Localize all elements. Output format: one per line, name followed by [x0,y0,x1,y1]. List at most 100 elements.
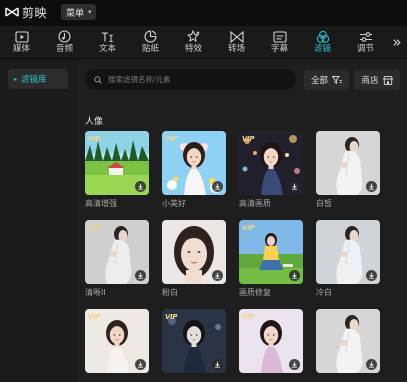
filter-name: 白皙 [316,199,332,208]
vip-badge: VIP [88,313,101,321]
sticker-icon [144,30,158,43]
vip-badge: VIP [165,313,178,321]
filter-card[interactable]: VIP 高清增强 [85,131,149,209]
vip-badge: VIP [242,224,255,232]
tab-label: 字幕 [270,44,288,54]
tab-filters[interactable]: 滤镜 [301,26,344,58]
download-icon[interactable] [212,181,223,192]
search-box[interactable] [85,69,296,90]
tab-text[interactable]: 文本 [86,26,129,58]
filter-name: 高清增强 [85,199,117,208]
filter-thumbnail[interactable]: VIP [85,220,149,284]
filter-thumbnail[interactable] [316,131,380,195]
filter-panel: ▸ 滤镜库 全部 商店 人像 [0,59,407,382]
filter-name: 小美好 [162,199,186,208]
tab-effects[interactable]: 特效 [172,26,215,58]
filters-icon [316,30,330,43]
search-input[interactable] [108,75,278,84]
adjust-icon [359,30,373,43]
media-icon [14,30,29,43]
filter-card[interactable]: VIP 画质修复 [239,220,303,298]
vip-badge: VIP [165,135,178,143]
active-dot-icon: ▸ [14,75,18,83]
filter-thumbnail[interactable] [316,220,380,284]
download-icon[interactable] [135,359,146,370]
filter-thumbnail[interactable] [316,309,380,373]
all-label: 全部 [310,76,328,86]
transition-icon [229,30,244,43]
text-icon [101,30,115,43]
filter-name: 画质修复 [239,288,271,297]
more-tools-icon[interactable]: » [387,26,407,58]
tab-label: 调节 [356,44,374,54]
tab-label: 贴纸 [141,44,159,54]
capcut-logo-icon [5,6,19,18]
title-bar: 剪映 菜单 ▾ [0,0,407,24]
filter-card[interactable]: VIP [85,309,149,377]
download-icon[interactable] [212,359,223,370]
chevron-down-icon: ▾ [88,8,92,16]
tab-label: 滤镜 [313,44,331,54]
filter-thumbnail[interactable]: VIP [162,309,226,373]
app-name: 剪映 [22,5,48,20]
filter-card[interactable]: VIP 清晰II [85,220,149,298]
filter-thumbnail[interactable]: VIP [239,220,303,284]
vip-badge: VIP [88,224,101,232]
tab-label: 转场 [227,44,245,54]
tab-label: 特效 [184,44,202,54]
filter-thumbnail[interactable]: VIP [85,131,149,195]
effects-icon [186,30,201,43]
tab-label: 音频 [55,44,73,54]
tab-adjust[interactable]: 调节 [344,26,387,58]
filter-card[interactable]: 粉白 [162,220,226,298]
filter-card[interactable]: 白皙 [316,131,380,209]
menu-button[interactable]: 菜单 ▾ [61,4,96,20]
tab-audio[interactable]: 音频 [43,26,86,58]
tab-captions[interactable]: 字幕 [258,26,301,58]
tool-tabs: 媒体 音频 文本 贴纸 特效 转场 字幕 滤镜 调节 » [0,26,407,58]
filter-thumbnail[interactable]: VIP [85,309,149,373]
filter-main: 全部 商店 人像 VIP 高清增强 VIP 小美好 [77,59,407,382]
vip-badge: VIP [242,313,255,321]
sidebar-item-filter-library[interactable]: ▸ 滤镜库 [8,69,68,89]
filter-card[interactable]: 冷白 [316,220,380,298]
download-icon[interactable] [289,181,300,192]
tab-media[interactable]: 媒体 [0,26,43,58]
download-icon[interactable] [366,359,377,370]
vip-badge: VIP [88,135,101,143]
filter-card[interactable]: VIP [162,309,226,377]
filter-thumbnail[interactable]: VIP [162,131,226,195]
tab-label: 文本 [98,44,116,54]
download-icon[interactable] [366,270,377,281]
search-icon [94,75,102,84]
filter-card[interactable]: VIP [239,309,303,377]
menu-label: 菜单 [66,8,85,19]
filter-card[interactable] [316,309,380,377]
sidebar: ▸ 滤镜库 [0,59,76,382]
filter-name: 粉白 [162,288,178,297]
captions-icon [272,30,287,43]
filter-thumbnail[interactable]: VIP [239,131,303,195]
vip-badge: VIP [242,135,255,143]
tab-transition[interactable]: 转场 [215,26,258,58]
store-button[interactable]: 商店 [354,70,400,90]
filter-thumbnail[interactable] [162,220,226,284]
filter-name: 冷白 [316,288,332,297]
filter-card[interactable]: VIP 小美好 [162,131,226,209]
audio-icon [58,30,72,43]
filter-name: 清晰II [85,288,106,297]
tab-label: 媒体 [12,44,30,54]
download-icon[interactable] [289,359,300,370]
filter-card[interactable]: VIP 高清画质 [239,131,303,209]
tab-sticker[interactable]: 贴纸 [129,26,172,58]
filter-funnel-icon [332,76,342,84]
download-icon[interactable] [212,270,223,281]
section-title: 人像 [85,117,104,127]
all-filter-button[interactable]: 全部 [304,70,349,90]
download-icon[interactable] [135,270,146,281]
filter-thumbnail[interactable]: VIP [239,309,303,373]
download-icon[interactable] [289,270,300,281]
sidebar-item-label: 滤镜库 [21,75,47,85]
download-icon[interactable] [366,181,377,192]
download-icon[interactable] [135,181,146,192]
